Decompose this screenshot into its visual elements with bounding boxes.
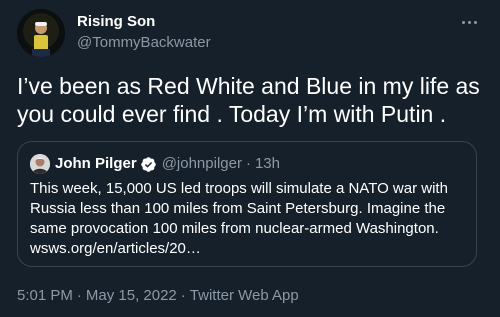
author-avatar[interactable] xyxy=(17,9,65,57)
tweet-text: I’ve been as Red White and Blue in my li… xyxy=(17,73,480,127)
more-dots-icon xyxy=(473,20,477,24)
quoted-tweet-text: This week, 15,000 US led troops will sim… xyxy=(30,180,448,257)
quoted-avatar-image xyxy=(30,154,50,174)
more-dots-icon xyxy=(461,20,465,24)
more-dots-icon xyxy=(467,20,471,24)
author-avatar-image xyxy=(17,9,65,57)
quoted-separator: · xyxy=(245,155,251,172)
quoted-timestamp[interactable]: 13h xyxy=(255,154,280,174)
verified-badge-icon xyxy=(140,156,156,172)
tweet-time[interactable]: 5:01 PM xyxy=(17,287,73,304)
tweet-meta: 5:01 PM · May 15, 2022 · Twitter Web App xyxy=(17,287,299,304)
author-handle[interactable]: @TommyBackwater xyxy=(77,34,211,51)
quoted-author-handle[interactable]: @johnpilger xyxy=(162,154,242,174)
meta-separator: · xyxy=(180,287,186,304)
tweet-date[interactable]: May 15, 2022 xyxy=(86,287,177,304)
tweet-source: Twitter Web App xyxy=(189,287,299,304)
author-name[interactable]: Rising Son xyxy=(77,13,155,30)
quoted-tweet[interactable]: John Pilger @johnpilger · 13h This week,… xyxy=(17,141,477,267)
tweet: Rising Son @TommyBackwater I’ve been as … xyxy=(0,0,500,317)
quoted-author-name[interactable]: John Pilger xyxy=(55,154,137,174)
quoted-author-avatar[interactable] xyxy=(30,154,50,174)
quoted-header: John Pilger @johnpilger · 13h xyxy=(55,154,280,174)
meta-separator: · xyxy=(76,287,82,304)
more-options-button[interactable] xyxy=(455,12,483,32)
